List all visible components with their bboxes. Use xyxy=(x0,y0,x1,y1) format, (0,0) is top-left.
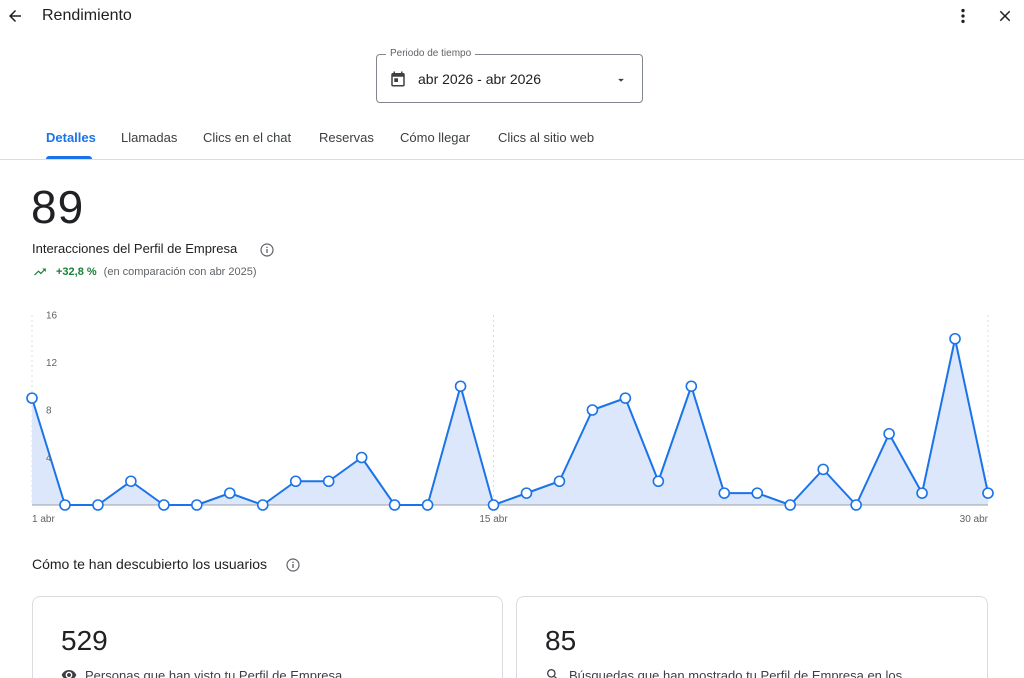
chart-area xyxy=(32,338,988,505)
chart-data-point xyxy=(817,463,829,476)
page-title: Rendimiento xyxy=(42,7,132,24)
chart-data-point xyxy=(322,475,335,488)
comparison-note: (en comparación con abr 2025) xyxy=(103,266,257,278)
y-tick-label: 4 xyxy=(46,453,52,464)
chart-data-point xyxy=(355,451,368,464)
period-label: Periodo de tiempo xyxy=(386,47,476,61)
chart-data-point xyxy=(388,499,401,511)
chart-data-point xyxy=(718,487,731,499)
chart-data-point xyxy=(520,487,533,499)
chart-data-point xyxy=(26,392,38,404)
tab-reservas[interactable]: Reservas xyxy=(319,130,374,145)
chart-data-point xyxy=(883,427,895,440)
trend-row: +32,8 % (en comparación con abr 2025) xyxy=(32,264,257,280)
chart-data-point xyxy=(454,380,467,393)
chart-data-point xyxy=(158,499,170,511)
chart-data-point xyxy=(619,392,632,404)
search-icon xyxy=(547,669,557,678)
card-label-row: Personas que han visto tu Perfil de Empr… xyxy=(61,667,342,678)
tab-como-llegar[interactable]: Cómo llegar xyxy=(400,130,470,145)
arrow-back-icon[interactable] xyxy=(2,2,28,30)
card-label: Personas que han visto tu Perfil de Empr… xyxy=(85,667,343,678)
tab-llamadas[interactable]: Llamadas xyxy=(121,130,177,145)
card-value: 85 xyxy=(545,625,577,656)
x-tick-label: 15 abr xyxy=(479,514,508,525)
chart-data-point xyxy=(751,487,764,499)
card-label: Búsquedas que han mostrado tu Perfil de … xyxy=(569,667,903,678)
eye-icon xyxy=(61,670,77,678)
searches-card[interactable]: 85 Búsquedas que han mostrado tu Perfil … xyxy=(516,596,988,678)
chart-data-point xyxy=(652,475,665,488)
period-value: abr 2026 - abr 2026 xyxy=(418,71,541,87)
chart-data-point xyxy=(289,475,302,488)
dropdown-arrow-icon xyxy=(618,78,624,82)
tab-bar: Detalles Llamadas Clics en el chat Reser… xyxy=(0,120,1024,160)
close-icon[interactable] xyxy=(992,3,1018,29)
trending-up-icon xyxy=(34,268,46,276)
tab-clics-sitio-web[interactable]: Clics al sitio web xyxy=(498,130,594,145)
chart-data-point xyxy=(685,380,698,393)
card-label-row: Búsquedas que han mostrado tu Perfil de … xyxy=(545,667,902,678)
calendar-icon xyxy=(391,71,405,87)
chart-data-point xyxy=(916,487,928,499)
chart-data-point xyxy=(191,499,203,511)
chart-data-point xyxy=(982,487,994,499)
active-tab-indicator xyxy=(46,156,92,159)
profile-views-card[interactable]: 529 Personas que han visto tu Perfil de … xyxy=(32,596,503,678)
x-tick-label: 30 abr xyxy=(960,514,989,525)
period-select[interactable]: Periodo de tiempo abr 2026 - abr 2026 xyxy=(376,47,643,103)
chart-data-point xyxy=(125,475,137,488)
y-tick-label: 12 xyxy=(46,358,58,369)
chart-data-point xyxy=(784,499,797,511)
card-value: 529 xyxy=(61,625,108,656)
chart-data-point xyxy=(586,404,599,416)
more-vert-icon[interactable] xyxy=(950,3,976,29)
info-icon[interactable] xyxy=(259,242,275,258)
chart-data-point xyxy=(223,487,236,499)
metric-label: Interacciones del Perfil de Empresa xyxy=(32,241,238,256)
chart-series-line xyxy=(31,337,989,506)
chart-data-point xyxy=(487,499,500,511)
discovery-title: Cómo te han descubierto los usuarios xyxy=(32,556,268,572)
y-tick-label: 16 xyxy=(46,311,58,322)
tab-clics-chat[interactable]: Clics en el chat xyxy=(203,130,291,145)
interactions-chart: 4 8 12 16 1 abr 15 abr 30 abr xyxy=(26,311,994,525)
chart-data-point xyxy=(850,499,862,511)
total-interactions: 89 xyxy=(31,181,85,233)
chart-data-point xyxy=(949,332,961,345)
chart-data-point xyxy=(256,499,269,511)
chart-data-point xyxy=(59,499,71,511)
y-tick-label: 8 xyxy=(46,406,52,417)
chart-data-point xyxy=(553,475,566,488)
change-value: +32,8 % xyxy=(56,266,97,278)
info-icon[interactable] xyxy=(285,557,301,573)
tab-detalles[interactable]: Detalles xyxy=(46,130,96,145)
x-tick-label: 1 abr xyxy=(32,514,55,525)
chart-data-point xyxy=(92,499,104,511)
chart-data-point xyxy=(421,499,434,511)
top-bar: Rendimiento xyxy=(0,0,1024,34)
